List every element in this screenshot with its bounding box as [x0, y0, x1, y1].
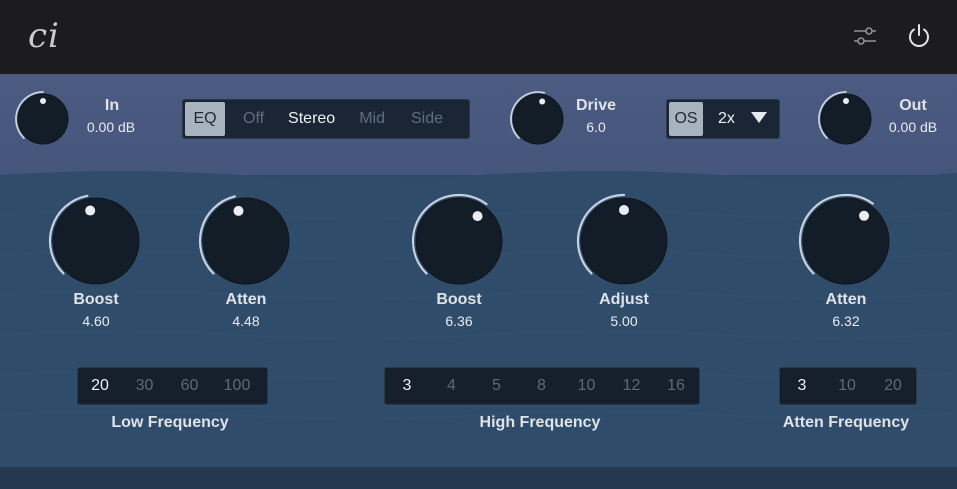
oversampling-dropdown[interactable]: OS 2x	[666, 99, 780, 139]
mode-option-stereo[interactable]: Stereo	[288, 110, 335, 128]
low-freq-option-30[interactable]: 30	[122, 377, 167, 395]
knob-indicator-dot	[859, 210, 870, 221]
output-label: Out	[899, 97, 927, 114]
output-value: 0.00 dB	[888, 119, 938, 135]
high-frequency-label: High Frequency	[479, 414, 601, 431]
drive-label: Drive	[575, 97, 617, 114]
knob-indicator-dot	[619, 205, 629, 215]
high-freq-option-16[interactable]: 16	[654, 377, 698, 395]
knob-body	[202, 197, 290, 285]
drive-knob[interactable]	[510, 91, 566, 147]
input-label: In	[104, 97, 120, 114]
high-freq-option-3[interactable]: 3	[385, 377, 429, 395]
knob-body	[802, 197, 890, 285]
high-atten-label: Atten	[825, 291, 867, 308]
high-adjust-knob[interactable]	[574, 191, 674, 291]
mode-option-side[interactable]: Side	[411, 110, 443, 128]
top-bar: ci	[0, 0, 957, 74]
knob-indicator-dot	[85, 205, 96, 216]
low-frequency-selector: 20 30 60 100	[77, 367, 268, 405]
output-knob[interactable]	[818, 91, 874, 147]
knob-indicator-dot	[539, 98, 546, 105]
low-freq-option-60[interactable]: 60	[167, 377, 212, 395]
low-freq-option-20[interactable]: 20	[78, 377, 122, 395]
low-atten-label: Atten	[225, 291, 267, 308]
high-adjust-label: Adjust	[599, 291, 649, 308]
knob-body	[52, 197, 140, 285]
high-adjust-value: 5.00	[610, 313, 638, 329]
low-boost-knob[interactable]	[46, 191, 146, 291]
low-atten-value: 4.48	[232, 313, 260, 329]
oversampling-value: 2x	[718, 110, 735, 127]
high-boost-label: Boost	[436, 291, 482, 308]
atten-frequency-selector: 3 10 20	[779, 367, 917, 405]
low-atten-knob[interactable]	[196, 191, 296, 291]
high-atten-knob[interactable]	[796, 191, 896, 291]
atten-frequency-label: Atten Frequency	[782, 414, 910, 431]
low-boost-label: Boost	[73, 291, 119, 308]
logo: ci	[28, 16, 60, 56]
knob-indicator-dot	[40, 98, 46, 104]
power-icon[interactable]	[903, 20, 935, 52]
high-freq-option-5[interactable]: 5	[474, 377, 519, 395]
high-freq-option-12[interactable]: 12	[609, 377, 654, 395]
high-boost-value: 6.36	[445, 313, 473, 329]
atten-freq-option-3[interactable]: 3	[780, 377, 824, 395]
atten-freq-option-20[interactable]: 20	[870, 377, 916, 395]
input-value: 0.00 dB	[86, 119, 136, 135]
high-freq-option-8[interactable]: 8	[519, 377, 564, 395]
knob-indicator-dot	[472, 211, 483, 222]
knob-indicator-dot	[843, 98, 849, 104]
high-frequency-selector: 3 4 5 8 10 12 16	[384, 367, 700, 405]
eq-tag: EQ	[185, 102, 225, 136]
low-boost-value: 4.60	[82, 313, 110, 329]
mode-option-mid[interactable]: Mid	[359, 110, 385, 128]
input-knob[interactable]	[15, 91, 71, 147]
low-frequency-label: Low Frequency	[111, 414, 229, 431]
stereo-mode-selector: EQ Off Stereo Mid Side	[182, 99, 470, 139]
sliders-icon[interactable]	[849, 20, 881, 52]
high-freq-option-10[interactable]: 10	[564, 377, 609, 395]
bottom-strip	[0, 467, 957, 489]
low-freq-option-100[interactable]: 100	[212, 377, 262, 395]
knob-body	[415, 197, 503, 285]
drive-value: 6.0	[586, 119, 606, 135]
caret-down-icon	[751, 112, 767, 123]
os-tag: OS	[669, 102, 703, 136]
high-atten-value: 6.32	[832, 313, 860, 329]
high-boost-knob[interactable]	[409, 191, 509, 291]
mode-option-off[interactable]: Off	[243, 110, 264, 128]
high-freq-option-4[interactable]: 4	[429, 377, 474, 395]
knob-body	[512, 93, 564, 145]
knob-indicator-dot	[233, 205, 244, 216]
atten-freq-option-10[interactable]: 10	[824, 377, 870, 395]
